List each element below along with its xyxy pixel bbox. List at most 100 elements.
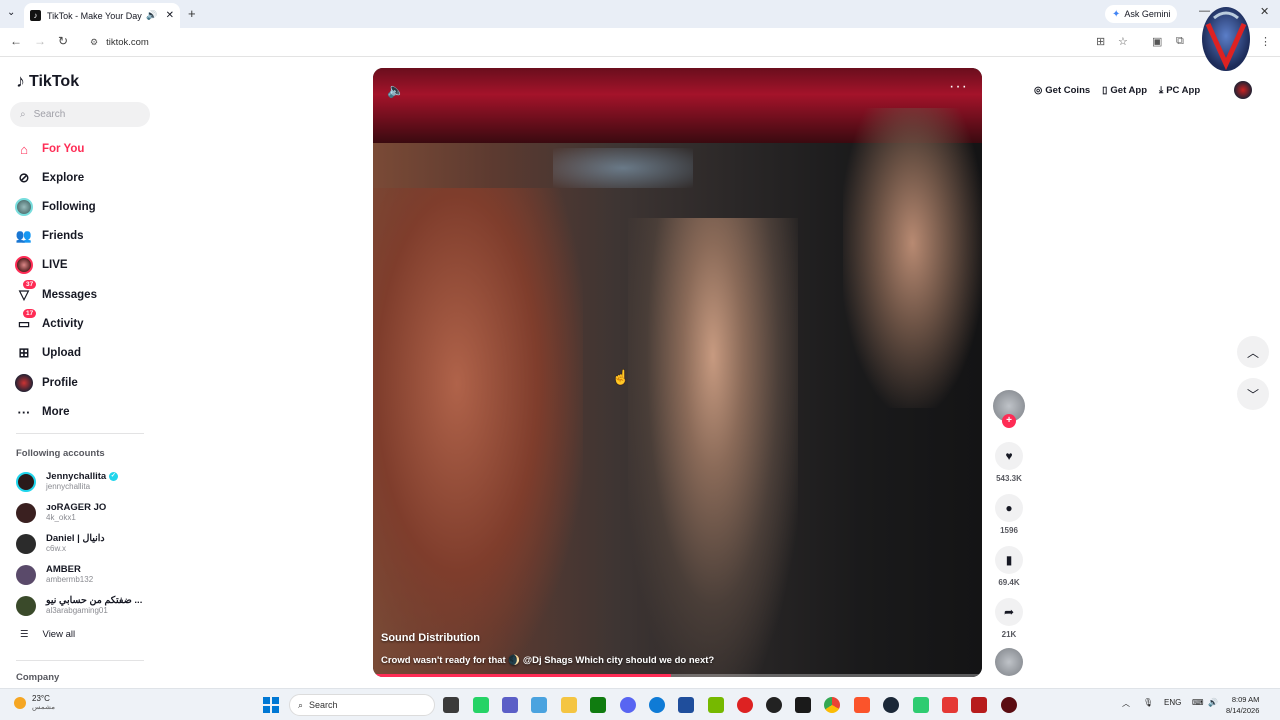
app-red-square-icon[interactable]	[942, 697, 958, 713]
url-bar[interactable]: ⚙ tiktok.com	[82, 32, 1142, 53]
tab-audio-icon[interactable]: 🔊	[146, 10, 157, 21]
brave-icon[interactable]	[854, 697, 870, 713]
nav-live[interactable]: LIVE	[14, 255, 68, 275]
following-accounts-title: Following accounts	[16, 448, 105, 459]
view-all-button[interactable]: ☰ View all	[20, 629, 75, 640]
more-options-icon[interactable]: ···	[949, 78, 968, 96]
reload-icon[interactable]: ↻	[58, 34, 68, 48]
teams-icon[interactable]	[502, 697, 518, 713]
bookmark-star-icon[interactable]: ☆	[1118, 35, 1128, 48]
tab-title: TikTok - Make Your Day	[47, 10, 142, 21]
task-view-icon[interactable]	[443, 697, 459, 713]
windows-taskbar: 23°C مشمس ⌕ Search ︿ 🎙 ENG ⌨ 🔊 8:09 AM 8…	[0, 688, 1280, 720]
sound-disc-button[interactable]	[992, 648, 1026, 676]
bookmark-icon[interactable]: ▮	[995, 546, 1023, 574]
nav-friends[interactable]: 👥 Friends	[14, 226, 84, 246]
browser-tab[interactable]: ♪ TikTok - Make Your Day 🔊 ✕	[24, 3, 180, 28]
app-dark-red-icon[interactable]	[1001, 697, 1017, 713]
profile-avatar-overlay-icon[interactable]	[1200, 4, 1252, 74]
app-dark-icon[interactable]	[795, 697, 811, 713]
get-coins-link[interactable]: ◎ Get Coins	[1034, 85, 1090, 96]
app-green-icon[interactable]	[913, 697, 929, 713]
language-indicator[interactable]: ENG	[1164, 698, 1181, 707]
chrome-menu-icon[interactable]: ⋮	[1260, 35, 1271, 48]
discord-icon[interactable]	[620, 697, 636, 713]
comment-count: 1596	[1000, 526, 1018, 535]
like-action[interactable]: ♥ 543.3K	[992, 442, 1026, 483]
taskbar-clock[interactable]: 8:09 AM 8/14/2026	[1226, 694, 1259, 716]
network-icon[interactable]: ⌨	[1192, 698, 1204, 707]
chrome-icon[interactable]	[824, 697, 840, 713]
app-red-icon[interactable]	[737, 697, 753, 713]
user-avatar-button[interactable]	[1234, 81, 1252, 99]
photos-icon[interactable]	[531, 697, 547, 713]
search-placeholder: Search	[33, 109, 66, 120]
ask-gemini-button[interactable]: ✦ Ask Gemini	[1105, 5, 1178, 23]
account-name: ضفتكم من حسابي نيو ...	[46, 595, 143, 606]
edge-icon[interactable]	[649, 697, 665, 713]
nav-more[interactable]: ··· More	[14, 402, 70, 422]
nav-explore[interactable]: ⊘ Explore	[14, 168, 85, 188]
following-account-item[interactable]: ᴊᴏRAGER JO 4k_okx1	[16, 502, 106, 523]
install-app-icon[interactable]: ⊞	[1096, 35, 1105, 48]
back-arrow-icon[interactable]: ←	[10, 34, 22, 48]
following-account-item[interactable]: Daniel | دانيال c6w.x	[16, 533, 105, 554]
extension-icon[interactable]: ▣	[1152, 35, 1162, 48]
forward-arrow-icon[interactable]: →	[34, 34, 46, 48]
next-video-button[interactable]: ﹀	[1237, 378, 1269, 410]
following-account-item[interactable]: AMBER ambermb132	[16, 564, 93, 585]
taskbar-search[interactable]: ⌕ Search	[289, 694, 435, 716]
site-info-icon[interactable]: ⚙	[90, 37, 98, 48]
app-shield-icon[interactable]	[971, 697, 987, 713]
nav-upload[interactable]: ⊞ Upload	[14, 343, 81, 363]
following-account-item[interactable]: Jennychallita ✓ jennychallita	[16, 471, 118, 492]
follow-plus-icon[interactable]: +	[1002, 414, 1016, 428]
extensions-puzzle-icon[interactable]: ⧉	[1176, 35, 1184, 48]
app-g-icon[interactable]	[766, 697, 782, 713]
new-tab-button[interactable]: +	[188, 6, 196, 21]
whatsapp-icon[interactable]	[473, 697, 489, 713]
video-progress-bar[interactable]	[373, 674, 982, 677]
close-window-button[interactable]: ✕	[1260, 5, 1269, 18]
tab-close-icon[interactable]: ✕	[166, 10, 174, 21]
nav-messages[interactable]: ▽ 37 Messages	[14, 280, 97, 305]
comment-action[interactable]: ● 1596	[992, 494, 1026, 535]
tab-list-chevron-icon[interactable]: ⌄	[7, 7, 15, 18]
xbox-icon[interactable]	[590, 697, 606, 713]
microphone-icon[interactable]: 🎙	[1143, 698, 1153, 707]
windows-start-icon[interactable]	[263, 697, 279, 713]
tiktok-favicon-icon: ♪	[30, 10, 41, 21]
comment-icon[interactable]: ●	[995, 494, 1023, 522]
file-explorer-icon[interactable]	[561, 697, 577, 713]
share-action[interactable]: ➦ 21K	[992, 598, 1026, 639]
weather-widget[interactable]: 23°C مشمس	[14, 694, 55, 712]
video-player[interactable]: 🔈 ··· Sound Distribution Crowd wasn't re…	[373, 68, 982, 677]
nvidia-icon[interactable]	[708, 697, 724, 713]
share-arrow-icon[interactable]: ➦	[995, 598, 1023, 626]
weather-temp: 23°C	[32, 694, 50, 703]
heart-icon[interactable]: ♥	[995, 442, 1023, 470]
volume-tray-icon[interactable]: 🔊	[1208, 698, 1218, 707]
get-app-link[interactable]: ▯ Get App	[1102, 85, 1147, 96]
video-caption[interactable]: Crowd wasn't ready for that 🌒 @Dj Shags …	[381, 655, 714, 666]
nav-activity[interactable]: ▭ 17 Activity	[14, 309, 84, 334]
save-action[interactable]: ▮ 69.4K	[992, 546, 1026, 587]
creator-avatar-button[interactable]: +	[992, 390, 1026, 428]
account-avatar	[16, 471, 36, 492]
live-icon	[14, 255, 34, 275]
company-title[interactable]: Company	[16, 672, 59, 683]
video-author[interactable]: Sound Distribution	[381, 632, 480, 644]
volume-icon[interactable]: 🔈	[387, 82, 404, 99]
store-icon[interactable]	[678, 697, 694, 713]
steam-icon[interactable]	[883, 697, 899, 713]
tray-overflow-icon[interactable]: ︿	[1122, 698, 1130, 709]
view-all-label: View all	[42, 629, 76, 640]
nav-following[interactable]: Following	[14, 197, 96, 217]
pc-app-link[interactable]: ⤓ PC App	[1159, 85, 1200, 96]
tiktok-logo[interactable]: ♪ TikTok	[16, 71, 79, 92]
following-account-item[interactable]: ضفتكم من حسابي نيو ... al3arabgaming01	[16, 595, 142, 616]
search-input[interactable]: ⌕ Search	[10, 102, 150, 127]
nav-for-you[interactable]: ⌂ For You	[14, 139, 84, 159]
previous-video-button[interactable]: ︿	[1237, 336, 1269, 368]
nav-profile[interactable]: Profile	[14, 373, 78, 393]
